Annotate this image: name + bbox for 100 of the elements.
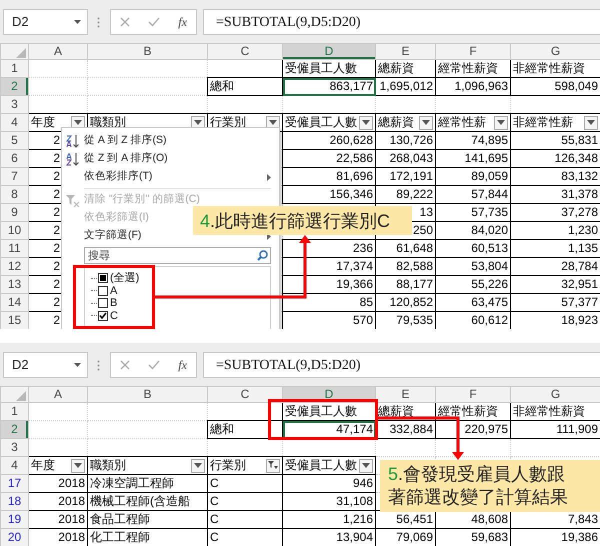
filter-button[interactable] (359, 458, 373, 472)
search-icon[interactable] (257, 250, 268, 261)
table-cell: 60,612 (471, 312, 508, 329)
column-header[interactable]: B (88, 387, 207, 402)
table-cell: 61,648 (396, 240, 433, 257)
column-header[interactable]: B (88, 44, 207, 59)
table-cell: 268,043 (390, 150, 433, 167)
row-header[interactable]: 11 (1, 240, 28, 257)
column-header[interactable]: A (29, 387, 87, 402)
column-title: 職類別 (90, 114, 126, 131)
dropdown-arrow-icon (74, 463, 82, 468)
filter-option[interactable]: C (89, 310, 118, 322)
table-cell: 2 (53, 132, 60, 149)
table-cell: 57,844 (471, 186, 508, 203)
row-header[interactable]: 5 (1, 132, 28, 149)
column-header[interactable]: E (376, 387, 435, 402)
column-header[interactable]: G (511, 44, 600, 59)
dropdown-arrow-icon (587, 120, 595, 125)
table-cell: 37,278 (561, 204, 598, 221)
row-header[interactable]: 15 (1, 312, 28, 329)
callout-text: 著篩選改變了計算結果 (387, 486, 569, 509)
row-header[interactable]: 17 (1, 475, 28, 492)
dropdown-arrow-icon (422, 120, 430, 125)
check-icon[interactable] (148, 17, 160, 27)
callout-text: 5.會發現受雇員人數跟 (387, 463, 566, 486)
filter-button[interactable] (266, 458, 280, 472)
table-cell: 84,020 (471, 222, 508, 239)
total-value: 111,909 (556, 421, 598, 438)
table-cell: 2018 (58, 529, 85, 546)
row-header[interactable]: 6 (1, 150, 28, 167)
row-header[interactable]: 7 (1, 168, 28, 185)
row-header[interactable]: 19 (1, 511, 28, 528)
dropdown-arrow-icon (269, 120, 277, 125)
option-label[interactable]: B (110, 297, 118, 310)
option-label[interactable]: (全選) (110, 272, 140, 284)
table-cell: 260,628 (330, 132, 373, 149)
row-header[interactable]: 1 (1, 60, 28, 77)
function-button[interactable]: fx (178, 13, 187, 31)
name-box[interactable]: D2 (3, 352, 88, 378)
column-title: 受僱員工人數 (285, 114, 357, 131)
column-title: 受僱員工人數 (285, 403, 357, 420)
option-label[interactable]: C (110, 310, 118, 322)
column-title: 經常性薪 (438, 114, 486, 131)
filter-button[interactable] (419, 116, 433, 130)
row-header[interactable]: 4 (1, 114, 28, 131)
formula-field[interactable]: =SUBTOTAL(9,D5:D20) (203, 352, 600, 378)
row-header[interactable]: 2 (1, 78, 28, 95)
filter-button[interactable] (71, 458, 85, 472)
check-icon[interactable] (148, 360, 160, 370)
function-button[interactable]: fx (178, 356, 187, 374)
table-cell: 2018 (58, 475, 85, 492)
row-header[interactable]: 12 (1, 258, 28, 275)
row-header[interactable]: 10 (1, 222, 28, 239)
column-header[interactable]: F (436, 387, 510, 402)
filter-button[interactable] (359, 116, 373, 130)
checkbox[interactable] (98, 310, 108, 321)
row-header[interactable]: 4 (1, 457, 28, 474)
name-box[interactable]: D2 (3, 9, 88, 35)
menu-item[interactable]: 依色彩排序(T) (62, 168, 279, 186)
option-label[interactable]: A (110, 284, 118, 297)
filter-button[interactable] (494, 116, 508, 130)
search-field[interactable]: 搜尋 (84, 247, 271, 264)
row-header[interactable]: 18 (1, 493, 28, 510)
filter-button[interactable] (584, 116, 598, 130)
row-header[interactable]: 14 (1, 294, 28, 311)
filter-button[interactable] (191, 458, 205, 472)
row-header[interactable]: 2 (1, 421, 28, 438)
row-header[interactable]: 9 (1, 204, 28, 221)
column-header[interactable]: A (29, 44, 87, 59)
row-header[interactable]: 1 (1, 403, 28, 420)
dropdown-arrow-icon (194, 120, 202, 125)
formula-field[interactable]: =SUBTOTAL(9,D5:D20) (203, 9, 600, 35)
column-header[interactable]: D (283, 44, 375, 59)
row-header[interactable]: 13 (1, 276, 28, 293)
checkbox[interactable] (98, 298, 108, 308)
column-title: 職類別 (90, 457, 126, 474)
table-cell: 74,895 (471, 132, 508, 149)
row-header[interactable]: 8 (1, 186, 28, 203)
table-cell: 2 (53, 294, 60, 311)
sort-ascending-icon (66, 134, 80, 148)
dropdown-arrow-icon (362, 120, 370, 125)
column-header[interactable]: G (511, 387, 600, 402)
table-cell: 83,132 (561, 168, 598, 185)
column-header[interactable]: C (208, 44, 282, 59)
filter-option[interactable]: A (89, 284, 118, 297)
table-cell: 946 (352, 475, 373, 492)
row-header[interactable]: 3 (1, 439, 28, 456)
menu-item[interactable]: 從 A 到 Z 排序(S) (62, 132, 169, 150)
table-cell: 120,852 (390, 294, 433, 311)
filter-option[interactable]: B (89, 297, 118, 310)
column-header[interactable]: E (376, 44, 435, 59)
checkbox[interactable] (98, 286, 108, 296)
table-cell: 2 (53, 258, 60, 275)
table-cell: 156,346 (330, 186, 373, 203)
menu-item[interactable]: 從 Z 到 A 排序(O) (62, 150, 170, 168)
column-header[interactable]: F (436, 44, 510, 59)
row-header[interactable]: 20 (1, 529, 28, 546)
row-header[interactable]: 3 (1, 96, 28, 113)
column-header[interactable]: C (208, 387, 282, 402)
table-cell: 79,535 (396, 312, 433, 329)
